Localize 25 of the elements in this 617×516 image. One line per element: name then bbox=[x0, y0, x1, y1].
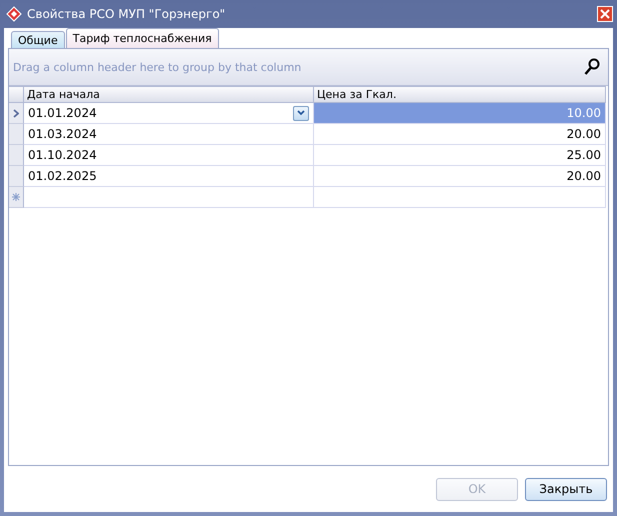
window-title: Свойства РСО МУП "Горэнерго" bbox=[27, 7, 226, 21]
caret-icon bbox=[297, 110, 305, 116]
app-logo-icon bbox=[6, 6, 22, 22]
search-icon[interactable] bbox=[584, 58, 600, 76]
table-cell: 20.00 bbox=[314, 124, 606, 145]
dropdown-button[interactable] bbox=[293, 106, 309, 120]
tab[interactable]: Общие bbox=[11, 31, 65, 48]
column-header[interactable]: Цена за Гкал. bbox=[314, 86, 606, 103]
close-button[interactable] bbox=[597, 6, 613, 22]
table-cell: 01.03.2024 bbox=[28, 127, 97, 141]
new-row-cell[interactable] bbox=[24, 187, 314, 208]
row-selector[interactable] bbox=[9, 103, 24, 124]
table-cell: 25.00 bbox=[314, 145, 606, 166]
table-cell: 20.00 bbox=[314, 166, 606, 187]
row-selector[interactable] bbox=[9, 187, 24, 208]
table-cell: 01.02.2025 bbox=[28, 169, 97, 183]
dialog-button[interactable]: Закрыть bbox=[525, 478, 607, 500]
group-hint: Drag a column header here to group by that column bbox=[13, 60, 302, 74]
table-cell: 01.01.2024 bbox=[28, 106, 97, 120]
table-cell: 01.10.2024 bbox=[28, 148, 97, 162]
new-row-icon bbox=[12, 193, 20, 201]
column-header[interactable]: Дата начала bbox=[24, 86, 314, 103]
tab[interactable]: Тариф теплоснабжения bbox=[66, 28, 219, 48]
new-row-cell[interactable] bbox=[314, 187, 606, 208]
table-cell: 10.00 bbox=[314, 103, 606, 124]
